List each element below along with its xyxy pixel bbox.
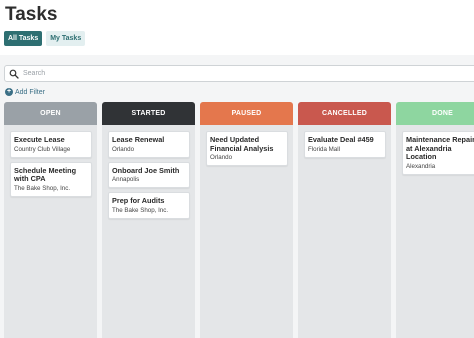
task-card[interactable]: Onboard Joe Smith Annapolis [108,161,190,188]
column-header: PAUSED [200,102,293,125]
task-location: Country Club Village [14,145,71,153]
task-title: Execute Lease [14,135,65,144]
column-paused: PAUSED Need Updated Financial Analysis Orl… [200,102,293,338]
task-location: Florida Mall [308,145,340,153]
tab-bar: All Tasks My Tasks [4,31,86,46]
card-list: Maintenance Repair at Alexandria Locatio… [396,125,474,175]
column-header: DONE [396,102,474,125]
column-done: DONE Maintenance Repair at Alexandria Loc… [396,102,474,338]
card-list: Execute Lease Country Club Village Schedul… [4,125,97,197]
column-open: OPEN Execute Lease Country Club Village Sch… [4,102,97,338]
task-location: Orlando [210,154,233,161]
task-title: Schedule Meeting with CPA [14,165,77,183]
add-filter-button[interactable]: + Add Filter [5,88,45,96]
task-card[interactable]: Evaluate Deal #459 Florida Mall [304,131,386,158]
column-header: CANCELLED [298,102,391,125]
task-location: Alexandria [406,162,436,170]
task-title: Maintenance Repair at Alexandria Locatio… [406,135,474,161]
column-header: OPEN [4,102,97,125]
plus-circle-icon: + [5,88,13,96]
card-list: Need Updated Financial Analysis Orlando [200,125,293,166]
task-card[interactable]: Maintenance Repair at Alexandria Locatio… [402,131,474,175]
task-title: Evaluate Deal #459 [308,135,374,144]
task-card[interactable]: Prep for Audits The Bake Shop, Inc. [108,192,190,219]
task-card[interactable]: Execute Lease Country Club Village [10,131,92,158]
add-filter-label: Add Filter [15,88,45,96]
tab-all-tasks[interactable]: All Tasks [4,31,43,46]
task-location: Annapolis [112,176,140,183]
column-started: STARTED Lease Renewal Orlando Onboard Joe S… [102,102,195,338]
task-location: The Bake Shop, Inc. [14,184,71,192]
page-title: Tasks [5,4,58,25]
card-list: Lease Renewal Orlando Onboard Joe Smith Ann… [102,125,195,219]
task-card[interactable]: Schedule Meeting with CPA The Bake Shop, … [10,161,92,197]
task-card[interactable]: Lease Renewal Orlando [108,131,190,158]
task-title: Prep for Audits [112,196,165,205]
column-cancelled: CANCELLED Evaluate Deal #459 Florida Mall [298,102,391,338]
search-icon [9,69,19,79]
task-location: Orlando [112,145,135,153]
task-title: Need Updated Financial Analysis [210,135,274,153]
search-bar[interactable]: Search [4,65,474,82]
task-title: Lease Renewal [112,135,165,144]
task-location: The Bake Shop, Inc. [112,206,169,214]
task-title: Onboard Joe Smith [112,165,180,175]
task-card[interactable]: Need Updated Financial Analysis Orlando [206,131,288,166]
card-list: Evaluate Deal #459 Florida Mall [298,125,391,158]
search-input[interactable]: Search [23,70,45,77]
column-header: STARTED [102,102,195,125]
tab-my-tasks[interactable]: My Tasks [46,31,86,46]
